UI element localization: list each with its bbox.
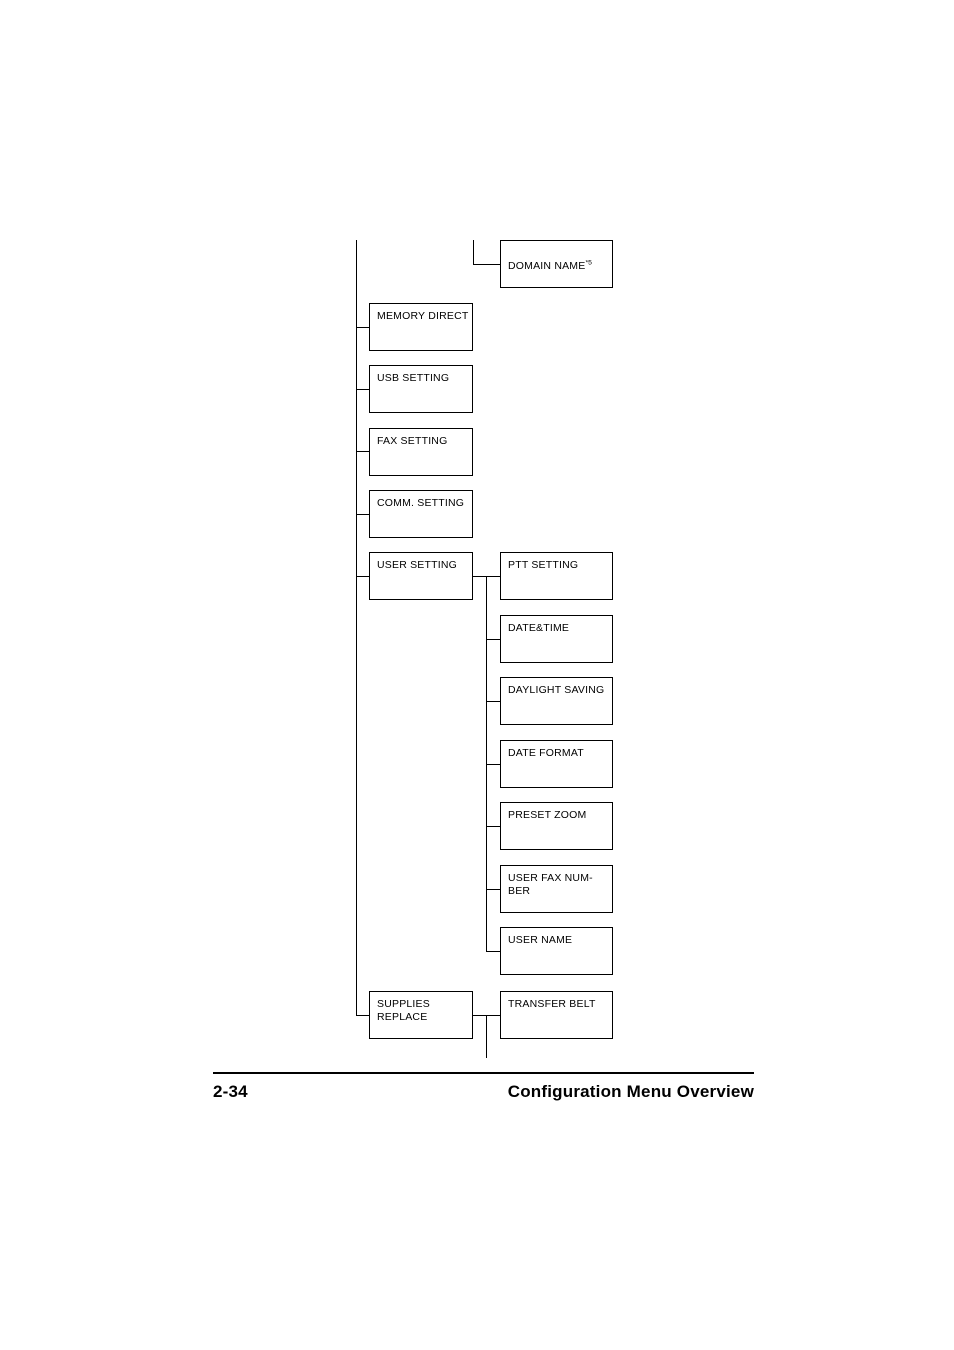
- menu-node-date-format[interactable]: DATE FORMAT: [500, 740, 613, 788]
- connector-ptt-setting: [486, 576, 501, 578]
- footer-row: 2-34 Configuration Menu Overview: [213, 1082, 754, 1102]
- configuration-menu-tree-diagram: MEMORY DIRECT USB SETTING FAX SETTING CO…: [0, 0, 954, 1070]
- supplies-replace-children-spine: [486, 1015, 488, 1058]
- connector-preset-zoom: [486, 826, 501, 828]
- menu-node-ptt-setting[interactable]: PTT SETTING: [500, 552, 613, 600]
- connector-user-name: [486, 951, 501, 953]
- menu-node-preset-zoom[interactable]: PRESET ZOOM: [500, 802, 613, 850]
- document-page: MEMORY DIRECT USB SETTING FAX SETTING CO…: [0, 0, 954, 1350]
- menu-node-user-fax-number[interactable]: USER FAX NUM- BER: [500, 865, 613, 913]
- menu-node-fax-setting[interactable]: FAX SETTING: [369, 428, 473, 476]
- menu-node-domain-name-footnote-marker: *5: [585, 259, 592, 267]
- page-number: 2-34: [213, 1082, 248, 1101]
- connector-transfer-belt: [486, 1015, 501, 1017]
- menu-node-comm-setting[interactable]: COMM. SETTING: [369, 490, 473, 538]
- connector-memory-direct: [356, 327, 370, 329]
- connector-user-fax-number: [486, 889, 501, 891]
- connector-supplies-replace: [356, 1015, 370, 1017]
- connector-supplies-replace-to-spine: [473, 1015, 487, 1017]
- menu-node-user-name[interactable]: USER NAME: [500, 927, 613, 975]
- connector-fax-setting: [356, 451, 370, 453]
- menu-node-daylight-saving[interactable]: DAYLIGHT SAVING: [500, 677, 613, 725]
- footer-section-title: Configuration Menu Overview: [507, 1082, 754, 1101]
- menu-node-supplies-replace[interactable]: SUPPLIES REPLACE: [369, 991, 473, 1039]
- menu-node-transfer-belt[interactable]: TRANSFER BELT: [500, 991, 613, 1039]
- connector-user-setting: [356, 576, 370, 578]
- menu-node-domain-name[interactable]: DOMAIN NAME*5: [500, 240, 613, 288]
- connector-usb-setting: [356, 389, 370, 391]
- level1-spine: [356, 240, 358, 1016]
- connector-daylight-saving: [486, 701, 501, 703]
- menu-node-domain-name-label: DOMAIN NAME: [508, 260, 586, 272]
- connector-date-time: [486, 639, 501, 641]
- menu-node-memory-direct[interactable]: MEMORY DIRECT: [369, 303, 473, 351]
- menu-node-user-setting[interactable]: USER SETTING: [369, 552, 473, 600]
- connector-user-setting-to-spine: [473, 576, 487, 578]
- connector-date-format: [486, 764, 501, 766]
- connector-domain-name: [473, 264, 501, 266]
- domain-name-spine: [473, 240, 475, 264]
- menu-node-date-time[interactable]: DATE&TIME: [500, 615, 613, 663]
- connector-comm-setting: [356, 514, 370, 516]
- footer-divider: [213, 1072, 754, 1074]
- menu-node-usb-setting[interactable]: USB SETTING: [369, 365, 473, 413]
